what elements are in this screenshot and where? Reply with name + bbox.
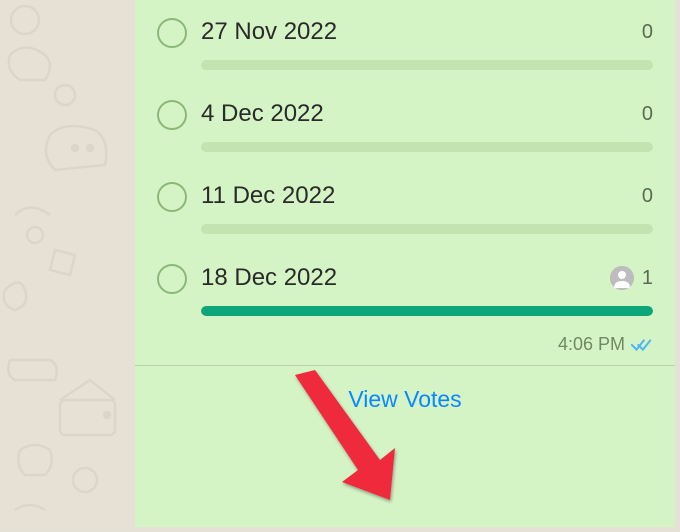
poll-option[interactable]: 27 Nov 2022 0 <box>157 0 653 82</box>
progress-fill <box>201 306 653 316</box>
vote-count: 1 <box>610 266 653 290</box>
option-row: 4 Dec 2022 0 <box>201 100 653 128</box>
option-label: 18 Dec 2022 <box>201 264 337 292</box>
option-content: 27 Nov 2022 0 <box>201 18 653 70</box>
radio-icon[interactable] <box>157 264 187 294</box>
option-content: 4 Dec 2022 0 <box>201 100 653 152</box>
option-label: 27 Nov 2022 <box>201 18 337 46</box>
option-row: 11 Dec 2022 0 <box>201 182 653 210</box>
option-content: 18 Dec 2022 1 <box>201 264 653 316</box>
chat-background-doodles <box>0 0 135 527</box>
read-receipt-icon <box>631 337 653 353</box>
poll-message-card: 27 Nov 2022 0 4 Dec 2022 0 <box>135 0 675 527</box>
vote-count: 0 <box>642 21 653 44</box>
vote-count: 0 <box>642 103 653 126</box>
message-timestamp: 4:06 PM <box>558 334 625 355</box>
progress-bar <box>201 306 653 316</box>
vote-count-number: 1 <box>642 267 653 290</box>
voter-avatar-icon <box>610 266 634 290</box>
option-label: 4 Dec 2022 <box>201 100 324 128</box>
option-label: 11 Dec 2022 <box>201 182 335 210</box>
option-row: 18 Dec 2022 1 <box>201 264 653 292</box>
vote-count: 0 <box>642 185 653 208</box>
progress-bar <box>201 142 653 152</box>
message-footer: 4:06 PM <box>135 328 675 365</box>
view-votes-row: View Votes <box>135 366 675 433</box>
poll-option[interactable]: 11 Dec 2022 0 <box>157 164 653 246</box>
radio-icon[interactable] <box>157 100 187 130</box>
poll-option[interactable]: 18 Dec 2022 1 <box>157 246 653 328</box>
view-votes-button[interactable]: View Votes <box>348 386 461 412</box>
poll-options-list: 27 Nov 2022 0 4 Dec 2022 0 <box>135 0 675 328</box>
radio-icon[interactable] <box>157 18 187 48</box>
option-content: 11 Dec 2022 0 <box>201 182 653 234</box>
progress-bar <box>201 60 653 70</box>
option-row: 27 Nov 2022 0 <box>201 18 653 46</box>
radio-icon[interactable] <box>157 182 187 212</box>
progress-bar <box>201 224 653 234</box>
poll-option[interactable]: 4 Dec 2022 0 <box>157 82 653 164</box>
